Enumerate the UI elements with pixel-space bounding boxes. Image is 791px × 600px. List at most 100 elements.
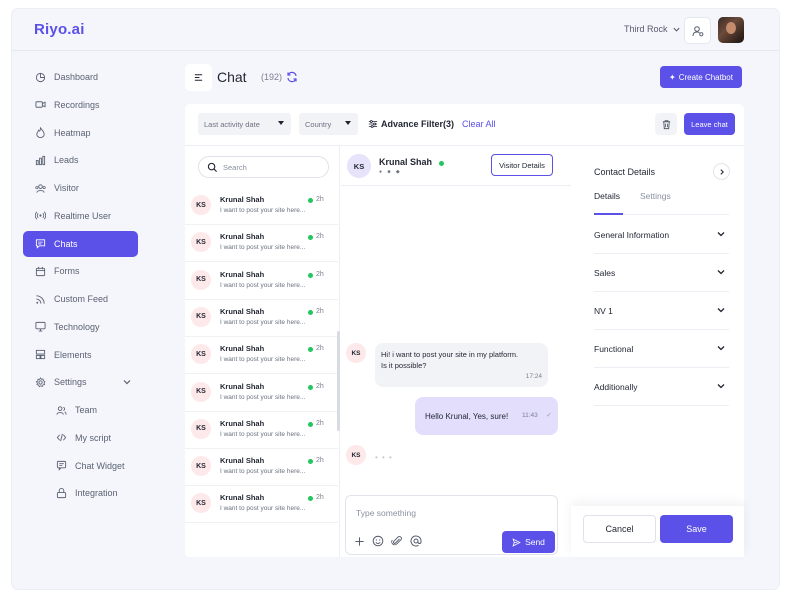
user-gear-icon — [692, 25, 703, 36]
section-nv-1[interactable]: NV 1 — [594, 292, 729, 330]
section-additionally[interactable]: Additionally — [594, 368, 729, 406]
contact-avatar: KS — [191, 195, 211, 215]
sidebar-item-heatmap[interactable]: Heatmap — [23, 120, 138, 146]
create-chatbot-button[interactable]: ✦ Create Chatbot — [660, 66, 742, 88]
sidebar-item-label: Chat Widget — [75, 460, 125, 471]
online-indicator — [308, 309, 313, 315]
country-select[interactable]: Country — [299, 113, 358, 135]
list-item[interactable]: KS Krunal Shah I want to post your site he… — [185, 188, 338, 225]
filter-bar: Last activity date Country Advance Filte… — [185, 104, 744, 146]
section-label: General Information — [594, 229, 670, 240]
online-indicator — [308, 235, 313, 241]
sidebar-subitem-team[interactable]: Team — [23, 397, 138, 423]
contact-name: Krunal Shah — [220, 381, 265, 391]
refresh-icon[interactable] — [286, 71, 298, 83]
chevron-right-icon[interactable] — [713, 163, 730, 180]
message-time: 17:24 — [525, 373, 542, 380]
leave-chat-button[interactable]: Leave chat — [684, 113, 735, 135]
tab-settings[interactable]: Settings — [640, 191, 671, 201]
message-time: 2h — [316, 419, 324, 427]
emoji-icon[interactable] — [372, 535, 384, 547]
sidebar-item-label: Settings — [54, 377, 87, 388]
sidebar-item-visitor[interactable]: Visitor — [23, 175, 138, 201]
section-general-information[interactable]: General Information — [594, 216, 729, 254]
scrollbar[interactable] — [337, 331, 340, 431]
search-input[interactable]: Search — [198, 156, 329, 178]
create-chatbot-label: Create Chatbot — [678, 72, 733, 82]
app-logo[interactable]: Riyo.ai — [34, 21, 85, 38]
sidebar-subitem-chat-widget[interactable]: Chat Widget — [23, 453, 138, 479]
advance-filter-button[interactable]: Advance Filter(3) — [368, 119, 454, 129]
elements-icon — [34, 349, 46, 361]
sidebar-subitem-my-script[interactable]: My script — [23, 425, 138, 451]
sidebar-item-recordings[interactable]: Recordings — [23, 92, 138, 118]
list-item[interactable]: KS Krunal Shah I want to post your site he… — [185, 225, 338, 263]
org-name: Third Rock — [624, 24, 668, 34]
menu-toggle-button[interactable] — [185, 64, 212, 91]
sidebar-item-dashboard[interactable]: Dashboard — [23, 64, 138, 90]
list-item[interactable]: KS Krunal Shah I want to post your site he… — [185, 449, 338, 487]
chat-panel: Last activity date Country Advance Filte… — [185, 104, 744, 557]
chevron-down-icon — [717, 232, 725, 237]
clear-all-link[interactable]: Clear All — [462, 119, 496, 129]
sidebar-item-chats[interactable]: Chats — [23, 230, 138, 257]
select-label: Last activity date — [204, 119, 260, 129]
online-indicator — [308, 496, 313, 502]
send-label: Send — [525, 537, 545, 547]
send-icon — [512, 537, 521, 547]
sidebar-item-custom-feed[interactable]: Custom Feed — [23, 286, 138, 312]
mention-icon[interactable] — [410, 535, 422, 547]
sidebar-item-settings[interactable]: Settings — [23, 369, 138, 395]
page-title: Chat — [217, 69, 247, 85]
save-button[interactable]: Save — [660, 515, 733, 543]
list-item[interactable]: KS Krunal Shah I want to post your site he… — [185, 263, 338, 300]
list-item[interactable]: KS Krunal Shah I want to post your site he… — [185, 412, 338, 449]
sidebar-item-technology[interactable]: Technology — [23, 314, 138, 340]
message-preview: I want to post your site here... — [220, 356, 306, 364]
visitor-details-button[interactable]: Visitor Details — [491, 154, 553, 176]
chat-count: (192) — [261, 72, 283, 82]
monitor-icon — [34, 321, 46, 333]
device-icons: ● ■ ◆ — [379, 169, 402, 175]
conversation-list: Search KS Krunal Shah I want to post your … — [185, 146, 340, 557]
list-item[interactable]: KS Krunal Shah I want to post your site he… — [185, 300, 338, 337]
advance-filter-label: Advance Filter(3) — [381, 119, 455, 129]
sidebar-item-forms[interactable]: Forms — [23, 258, 138, 284]
last-activity-date-select[interactable]: Last activity date — [198, 113, 291, 135]
calendar-icon — [34, 265, 46, 277]
sidebar-item-realtime-user[interactable]: Realtime User — [23, 203, 138, 229]
sidebar-item-label: Realtime User — [54, 210, 112, 221]
contact-avatar: KS — [191, 456, 211, 477]
send-button[interactable]: Send — [502, 531, 555, 553]
page-header: Chat (192) ✦ Create Chatbot — [185, 64, 742, 92]
check-icon: ✓ — [546, 412, 552, 419]
cancel-button[interactable]: Cancel — [583, 515, 656, 543]
tab-details[interactable]: Details — [594, 191, 620, 201]
sidebar-item-elements[interactable]: Elements — [23, 342, 138, 368]
message-composer[interactable]: Type something Send — [345, 495, 558, 555]
contact-name: Krunal Shah — [220, 344, 265, 354]
section-sales[interactable]: Sales — [594, 254, 729, 292]
list-item[interactable]: KS Krunal Shah I want to post your site he… — [185, 337, 338, 375]
list-item[interactable]: KS Krunal Shah I want to post your site he… — [185, 375, 338, 412]
sidebar-item-leads[interactable]: Leads — [23, 147, 138, 173]
sidebar-item-label: Heatmap — [54, 127, 91, 138]
online-indicator — [308, 459, 313, 465]
message-time: 2h — [316, 233, 324, 241]
contact-name: Krunal Shah — [220, 306, 265, 316]
org-switcher[interactable]: Third Rock — [624, 24, 681, 34]
plus-icon[interactable] — [354, 536, 365, 547]
contact-name: Krunal Shah — [220, 418, 265, 428]
section-functional[interactable]: Functional — [594, 330, 729, 368]
contact-details-panel: Contact Details Details Settings General… — [571, 146, 744, 557]
delete-button[interactable] — [655, 113, 677, 135]
trash-icon — [662, 119, 670, 129]
list-item[interactable]: KS Krunal Shah I want to post your site he… — [185, 486, 338, 524]
user-avatar[interactable] — [718, 17, 744, 43]
attachment-icon[interactable] — [391, 535, 403, 547]
chat-header: KS Krunal Shah ● ■ ◆ Visitor Details — [341, 146, 571, 186]
sidebar-subitem-integration[interactable]: Integration — [23, 480, 138, 506]
sidebar-item-label: My script — [75, 432, 111, 443]
message-time: 2h — [316, 457, 324, 465]
user-settings-button[interactable] — [684, 17, 711, 44]
